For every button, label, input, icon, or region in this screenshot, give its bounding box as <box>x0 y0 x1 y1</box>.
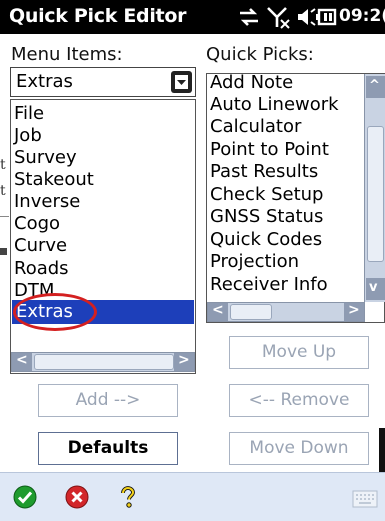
remove-button[interactable]: <-- Remove <box>229 384 369 417</box>
fringe-letter: t <box>0 183 6 199</box>
list-item-inverse[interactable]: Inverse <box>14 191 80 212</box>
arrow-down-icon: v <box>369 280 378 295</box>
list-item-survey[interactable]: Survey <box>14 147 77 168</box>
help-question-icon[interactable] <box>116 485 140 509</box>
quick-picks-label: Quick Picks: <box>206 44 314 65</box>
quick-picks-vscrollbar[interactable]: ^ v <box>364 74 385 302</box>
list-item-past-results[interactable]: Past Results <box>210 161 318 182</box>
list-item-curve[interactable]: Curve <box>14 235 67 256</box>
list-item-file[interactable]: File <box>14 103 44 124</box>
scroll-thumb[interactable] <box>367 126 384 262</box>
highlight-circle-annotation <box>13 293 97 331</box>
list-item-stakeout[interactable]: Stakeout <box>14 169 94 190</box>
speaker-icon[interactable] <box>296 4 316 30</box>
sync-arrows-icon[interactable] <box>237 4 261 30</box>
list-item-point-to-point[interactable]: Point to Point <box>210 139 329 160</box>
arrow-left-icon: < <box>16 352 28 368</box>
dropdown-selected-value: Extras <box>16 71 73 92</box>
ok-check-icon[interactable] <box>13 485 37 509</box>
list-item-add-note[interactable]: Add Note <box>210 74 293 93</box>
list-item-quick-codes[interactable]: Quick Codes <box>210 229 322 250</box>
list-item-check-setup[interactable]: Check Setup <box>210 184 323 205</box>
scroll-thumb[interactable] <box>34 354 174 370</box>
arrow-right-icon: > <box>178 352 190 368</box>
arrow-up-icon: ^ <box>369 78 380 93</box>
dropdown-arrow-button[interactable] <box>171 71 192 93</box>
menu-items-list[interactable]: File Job Survey Stakeout Inverse Cogo Cu… <box>10 99 196 374</box>
scroll-right-button[interactable]: > <box>174 352 194 371</box>
title-bar: Quick Pick Editor 09:2( <box>0 0 385 34</box>
cancel-x-icon[interactable] <box>65 485 89 509</box>
defaults-button[interactable]: Defaults <box>38 432 178 465</box>
move-up-button[interactable]: Move Up <box>229 336 369 369</box>
chevron-down-icon <box>175 75 188 89</box>
list-item-calculator[interactable]: Calculator <box>210 116 301 137</box>
bottom-toolbar <box>0 472 385 521</box>
arrow-left-icon: < <box>212 302 224 318</box>
menu-items-label: Menu Items: <box>11 44 123 65</box>
scroll-down-button[interactable]: v <box>366 278 385 300</box>
list-item-projection[interactable]: Projection <box>210 251 299 272</box>
keyboard-icon[interactable] <box>352 489 378 509</box>
fringe-line <box>0 216 9 217</box>
scroll-right-button[interactable]: > <box>344 302 364 321</box>
list-item-roads[interactable]: Roads <box>14 258 69 279</box>
scroll-up-button[interactable]: ^ <box>366 76 385 98</box>
quick-picks-hscrollbar[interactable]: < > <box>207 302 365 322</box>
scroll-thumb[interactable] <box>230 304 272 320</box>
add-button[interactable]: Add --> <box>38 384 178 417</box>
list-item-auto-linework[interactable]: Auto Linework <box>210 94 339 115</box>
move-down-button[interactable]: Move Down <box>229 432 369 465</box>
list-item-receiver-info[interactable]: Receiver Info <box>210 274 328 295</box>
background-window-fringe: t t <box>0 34 9 454</box>
scroll-left-button[interactable]: < <box>12 352 32 371</box>
fringe-mark <box>0 248 7 255</box>
list-item-job[interactable]: Job <box>14 125 42 146</box>
list-item-cogo[interactable]: Cogo <box>14 213 60 234</box>
fringe-letter: t <box>0 157 6 173</box>
list-item-gnss-status[interactable]: GNSS Status <box>210 206 323 227</box>
window-title: Quick Pick Editor <box>9 5 187 27</box>
arrow-right-icon: > <box>348 302 360 318</box>
menu-list-hscrollbar[interactable]: < > <box>11 352 195 372</box>
clock[interactable]: 09:2( <box>339 6 385 26</box>
scroll-left-button[interactable]: < <box>208 302 228 321</box>
quick-picks-list[interactable]: Add Note Auto Linework Calculator Point … <box>206 73 385 323</box>
battery-icon[interactable] <box>315 4 337 30</box>
no-signal-icon[interactable] <box>266 4 292 30</box>
background-window-fringe-right <box>379 428 385 472</box>
menu-category-dropdown[interactable]: Extras <box>10 67 196 97</box>
